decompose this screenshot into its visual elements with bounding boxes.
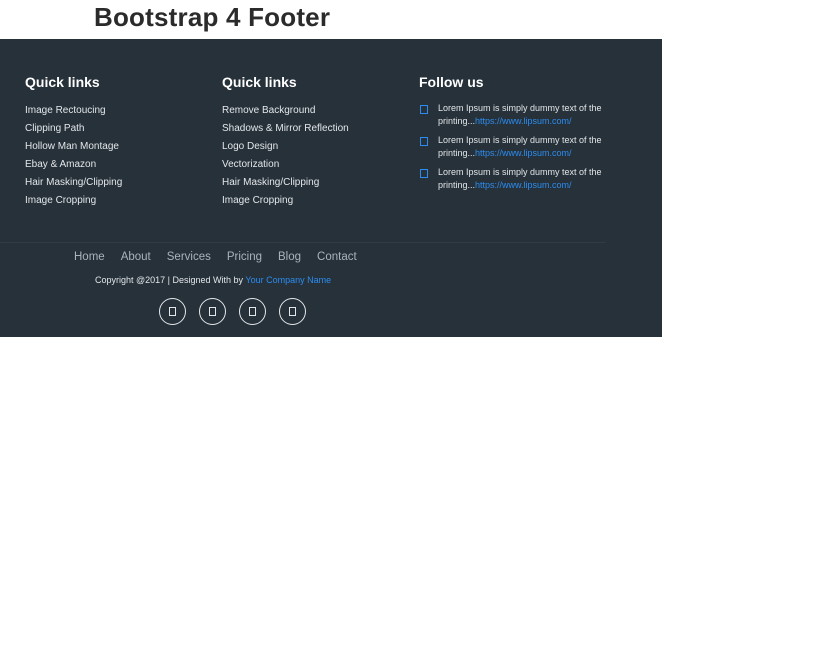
page-title: Bootstrap 4 Footer (94, 2, 331, 32)
nav-home[interactable]: Home (74, 251, 105, 263)
social-icon (209, 307, 216, 316)
nav-pricing[interactable]: Pricing (227, 251, 262, 263)
footer-link-clipping-path[interactable]: Clipping Path (25, 120, 122, 138)
follow-link[interactable]: https://www.lipsum.com/ (475, 180, 572, 190)
footer-link-hair-masking[interactable]: Hair Masking/Clipping (25, 174, 122, 192)
footer-link-image-rectoucing[interactable]: Image Rectoucing (25, 102, 122, 120)
nav-contact[interactable]: Contact (317, 251, 357, 263)
follow-us-column: Follow us Lorem Ipsum is simply dummy te… (419, 74, 604, 198)
nav-blog[interactable]: Blog (278, 251, 301, 263)
social-icons (159, 298, 306, 325)
follow-item: Lorem Ipsum is simply dummy text of the … (419, 166, 604, 191)
nav-services[interactable]: Services (167, 251, 211, 263)
footer-link-shadows-mirror[interactable]: Shadows & Mirror Reflection (222, 120, 349, 138)
post-icon (420, 105, 428, 114)
copyright-text: Copyright @2017 | Designed With by (95, 275, 246, 285)
footer-link-hollow-man-montage[interactable]: Hollow Man Montage (25, 138, 122, 156)
column-heading: Quick links (222, 74, 297, 90)
social-button-2[interactable] (199, 298, 226, 325)
post-icon (420, 169, 428, 178)
social-button-1[interactable] (159, 298, 186, 325)
footer-divider (0, 242, 606, 243)
footer-link-image-cropping[interactable]: Image Cropping (25, 192, 122, 210)
social-icon (169, 307, 176, 316)
footer-link-ebay-amazon[interactable]: Ebay & Amazon (25, 156, 122, 174)
follow-link[interactable]: https://www.lipsum.com/ (475, 116, 572, 126)
footer-link-remove-background[interactable]: Remove Background (222, 102, 349, 120)
footer-link-image-cropping-2[interactable]: Image Cropping (222, 192, 349, 210)
post-icon (420, 137, 428, 146)
follow-item: Lorem Ipsum is simply dummy text of the … (419, 102, 604, 127)
footer-nav: Home About Services Pricing Blog Contact (74, 251, 357, 263)
follow-link[interactable]: https://www.lipsum.com/ (475, 148, 572, 158)
copyright: Copyright @2017 | Designed With by Your … (95, 275, 331, 285)
quick-links-column-2: Quick links Remove Background Shadows & … (222, 74, 349, 210)
footer-link-vectorization[interactable]: Vectorization (222, 156, 349, 174)
social-icon (249, 307, 256, 316)
footer: Quick links Image Rectoucing Clipping Pa… (0, 39, 662, 337)
follow-text: Lorem Ipsum is simply dummy text of the … (438, 102, 604, 127)
follow-text: Lorem Ipsum is simply dummy text of the … (438, 166, 604, 191)
company-link[interactable]: Your Company Name (245, 275, 331, 285)
footer-link-logo-design[interactable]: Logo Design (222, 138, 349, 156)
social-icon (289, 307, 296, 316)
column-heading: Follow us (419, 74, 484, 90)
nav-about[interactable]: About (121, 251, 151, 263)
follow-item: Lorem Ipsum is simply dummy text of the … (419, 134, 604, 159)
footer-link-hair-masking-2[interactable]: Hair Masking/Clipping (222, 174, 349, 192)
quick-links-column-1: Quick links Image Rectoucing Clipping Pa… (25, 74, 122, 210)
follow-text: Lorem Ipsum is simply dummy text of the … (438, 134, 604, 159)
column-heading: Quick links (25, 74, 100, 90)
social-button-3[interactable] (239, 298, 266, 325)
social-button-4[interactable] (279, 298, 306, 325)
